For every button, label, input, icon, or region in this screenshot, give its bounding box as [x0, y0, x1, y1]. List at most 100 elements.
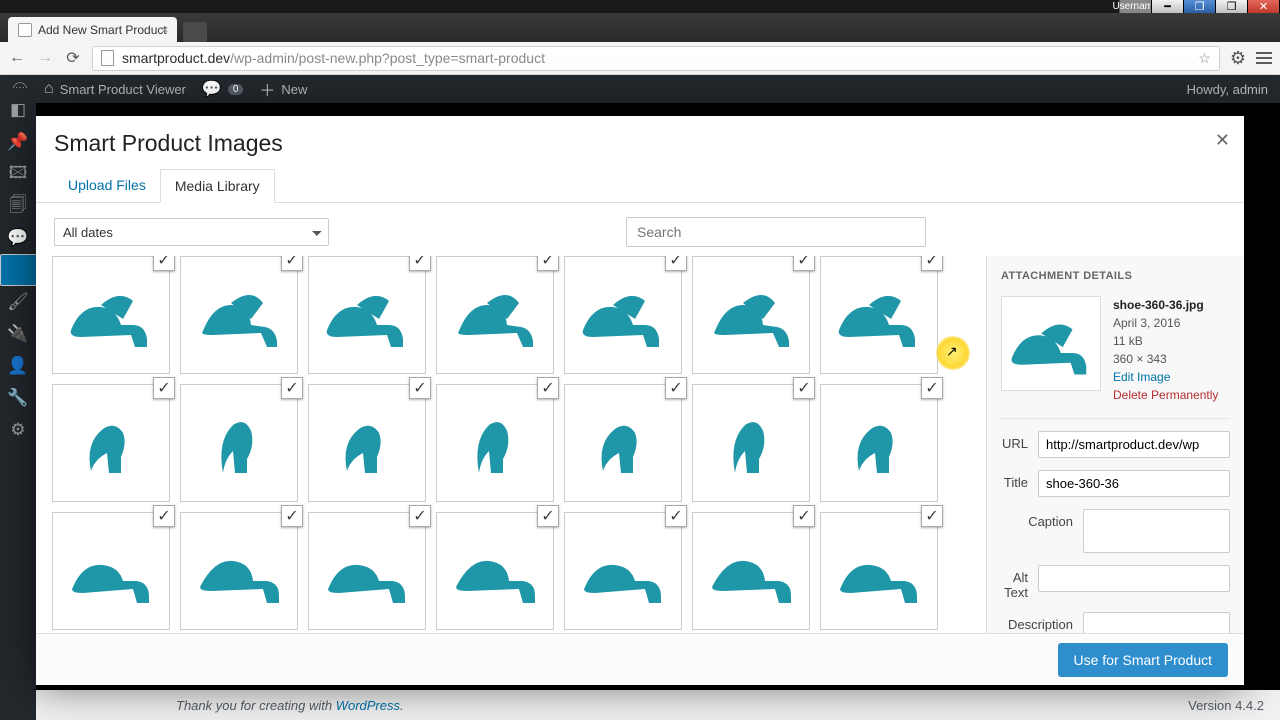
media-thumbnail[interactable]: ✓ — [308, 512, 426, 630]
menu-dashboard-icon[interactable]: ◧ — [0, 94, 36, 126]
browser-tab[interactable]: Add New Smart Product × — [8, 17, 177, 42]
check-icon[interactable]: ✓ — [153, 256, 175, 271]
settings-gear-icon[interactable]: ⚙ — [1230, 48, 1246, 69]
check-icon[interactable]: ✓ — [153, 377, 175, 399]
check-icon[interactable]: ✓ — [409, 505, 431, 527]
new-tab-button[interactable] — [183, 22, 207, 42]
page-icon — [101, 50, 114, 66]
menu-appearance-icon[interactable]: 🖌 — [0, 286, 36, 318]
wp-site-link[interactable]: ⌂Smart Product Viewer — [44, 80, 186, 98]
media-thumbnail[interactable]: ✓ — [692, 256, 810, 374]
media-thumbnail[interactable]: ✓ — [564, 384, 682, 502]
shoe-image — [189, 403, 289, 483]
edit-image-link[interactable]: Edit Image — [1113, 368, 1218, 386]
alt-label: Alt Text — [1001, 565, 1028, 600]
os-close-button[interactable]: ✕ — [1247, 0, 1280, 14]
tab-media-library[interactable]: Media Library — [160, 169, 275, 203]
media-thumbnail[interactable]: ✓ — [564, 256, 682, 374]
wp-version: Version 4.4.2 — [1188, 698, 1264, 713]
media-thumbnail[interactable]: ✓ — [308, 384, 426, 502]
menu-comments-icon[interactable]: 💬 — [0, 222, 36, 254]
check-icon[interactable]: ✓ — [281, 256, 303, 271]
attachment-details: ATTACHMENT DETAILS shoe-360-36.jpg April… — [986, 256, 1244, 633]
bookmark-star-icon[interactable]: ☆ — [1198, 50, 1211, 67]
media-thumbnail[interactable]: ✓ — [820, 512, 938, 630]
title-field[interactable] — [1038, 470, 1230, 497]
date-filter-select[interactable]: All dates — [54, 218, 329, 246]
forward-button[interactable]: → — [36, 49, 54, 67]
search-input[interactable] — [626, 217, 926, 247]
menu-pin-icon[interactable]: 📌 — [0, 126, 36, 158]
tab-close-icon[interactable]: × — [161, 22, 169, 37]
menu-settings-icon[interactable]: ⚙ — [0, 414, 36, 446]
shoe-image — [189, 531, 289, 611]
menu-pages-icon[interactable]: 🗐 — [0, 190, 36, 222]
media-thumbnail[interactable]: ✓ — [436, 512, 554, 630]
address-bar[interactable]: smartproduct.dev/wp-admin/post-new.php?p… — [92, 46, 1220, 71]
media-thumbnail[interactable]: ✓ — [692, 512, 810, 630]
media-thumbnail[interactable]: ✓ — [820, 256, 938, 374]
media-thumbnail[interactable]: ✓ — [180, 512, 298, 630]
check-icon[interactable]: ✓ — [537, 256, 559, 271]
modal-close-icon[interactable]: ✕ — [1215, 130, 1230, 151]
media-thumbnail[interactable]: ✓ — [52, 512, 170, 630]
media-thumbnail[interactable]: ✓ — [52, 384, 170, 502]
caption-field[interactable] — [1083, 509, 1230, 553]
check-icon[interactable]: ✓ — [409, 377, 431, 399]
wp-comments-link[interactable]: 💬0 — [202, 79, 243, 99]
media-thumbnail[interactable]: ✓ — [692, 384, 810, 502]
check-icon[interactable]: ✓ — [921, 377, 943, 399]
os-minimize-button[interactable]: ━ — [1151, 0, 1184, 14]
check-icon[interactable]: ✓ — [537, 505, 559, 527]
check-icon[interactable]: ✓ — [281, 505, 303, 527]
media-thumbnail[interactable]: ✓ — [52, 256, 170, 374]
media-thumbnail[interactable]: ✓ — [180, 256, 298, 374]
media-thumbnail[interactable]: ✓ — [564, 512, 682, 630]
check-icon[interactable]: ✓ — [537, 377, 559, 399]
url-field[interactable] — [1038, 431, 1230, 458]
menu-tools-icon[interactable]: 🔧 — [0, 382, 36, 414]
tab-upload-files[interactable]: Upload Files — [54, 169, 160, 202]
os-maximize-button[interactable]: ❐ — [1183, 0, 1216, 14]
media-thumbnail[interactable]: ✓ — [436, 384, 554, 502]
browser-toolbar: ← → ⟳ smartproduct.dev/wp-admin/post-new… — [0, 42, 1280, 75]
menu-icon[interactable] — [1256, 52, 1272, 64]
check-icon[interactable]: ✓ — [793, 505, 815, 527]
media-thumbnail[interactable]: ✓ — [308, 256, 426, 374]
delete-permanently-link[interactable]: Delete Permanently — [1113, 386, 1218, 404]
shoe-image — [701, 403, 801, 483]
back-button[interactable]: ← — [8, 49, 26, 67]
shoe-image — [701, 531, 801, 611]
check-icon[interactable]: ✓ — [793, 377, 815, 399]
check-icon[interactable]: ✓ — [409, 256, 431, 271]
menu-media-icon[interactable]: 🖾 — [0, 158, 36, 190]
check-icon[interactable]: ✓ — [665, 256, 687, 271]
check-icon[interactable]: ✓ — [665, 505, 687, 527]
menu-users-icon[interactable]: 👤 — [0, 350, 36, 382]
details-dimensions: 360 × 343 — [1113, 350, 1218, 368]
os-restore-button[interactable]: ❐ — [1215, 0, 1248, 14]
menu-plugins-icon[interactable]: 🔌 — [0, 318, 36, 350]
wp-footer: Thank you for creating with WordPress. V… — [36, 690, 1280, 720]
check-icon[interactable]: ✓ — [281, 377, 303, 399]
use-for-smart-product-button[interactable]: Use for Smart Product — [1058, 643, 1229, 677]
check-icon[interactable]: ✓ — [793, 256, 815, 271]
check-icon[interactable]: ✓ — [921, 505, 943, 527]
url-path: /wp-admin/post-new.php?post_type=smart-p… — [230, 50, 545, 66]
check-icon[interactable]: ✓ — [153, 505, 175, 527]
title-label: Title — [1001, 470, 1028, 490]
check-icon[interactable]: ✓ — [665, 377, 687, 399]
wp-footer-link[interactable]: WordPress — [336, 698, 400, 713]
wp-howdy[interactable]: Howdy, admin — [1187, 82, 1268, 97]
media-thumbnail[interactable]: ✓ — [436, 256, 554, 374]
media-thumbnail[interactable]: ✓ — [820, 384, 938, 502]
details-date: April 3, 2016 — [1113, 314, 1218, 332]
check-icon[interactable]: ✓ — [921, 256, 943, 271]
alt-text-field[interactable] — [1038, 565, 1230, 592]
details-size: 11 kB — [1113, 332, 1218, 350]
description-field[interactable] — [1083, 612, 1230, 633]
wp-new-link[interactable]: ＋New — [259, 77, 307, 101]
media-thumbnail[interactable]: ✓ — [180, 384, 298, 502]
wp-admin-menu: ◧ 📌 🖾 🗐 💬 👁 🖌 🔌 👤 🔧 ⚙ — [0, 88, 36, 720]
reload-button[interactable]: ⟳ — [64, 48, 82, 68]
